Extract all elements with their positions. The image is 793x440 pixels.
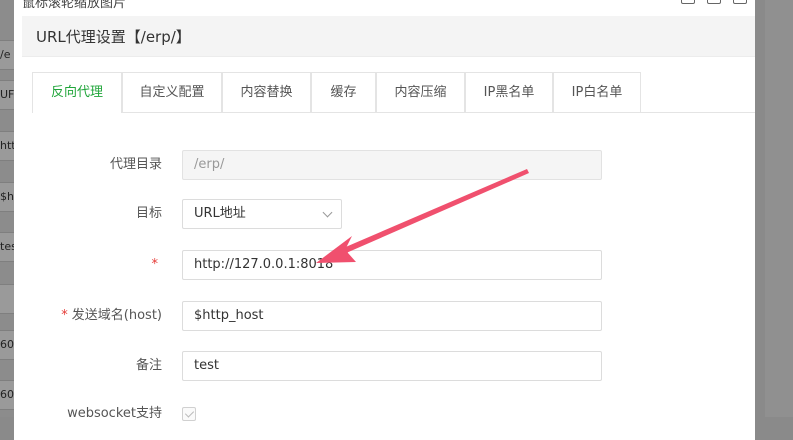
background-fragment: $h [0,182,14,212]
form-row-target: 目标 URL地址 [14,199,755,229]
host-label-text: 发送域名(host) [71,308,162,323]
background-fragment: /e [0,40,14,70]
background-fragment [0,284,14,314]
note-input[interactable]: test [182,351,602,381]
tab-bar: 反向代理 自定义配置 内容替换 缓存 内容压缩 IP黑名单 IP白名单 [32,72,755,113]
tab-ip-blacklist[interactable]: IP黑名单 [465,72,553,112]
url-label: * [14,250,162,280]
proxy-dir-label: 代理目录 [109,157,162,172]
tab-custom-config[interactable]: 自定义配置 [122,72,222,112]
proxy-dir-input[interactable]: /erp/ [182,150,602,180]
target-select[interactable]: URL地址 [182,199,342,229]
tab-content-replace[interactable]: 内容替换 [222,72,311,112]
modal-title: 鼠标滚轮缩放图片 [22,0,127,11]
background-panel-right [765,0,793,417]
websocket-label: websocket支持 [67,406,162,421]
host-label: * 发送域名(host) [14,301,162,331]
form-row-websocket: websocket支持 [14,403,755,433]
form-row-proxy-dir: 代理目录 /erp/ [14,150,755,180]
tab-cache[interactable]: 缓存 [311,72,376,112]
background-fragment: UF [0,80,14,110]
window-controls: ✕ [681,0,747,4]
proxy-settings-modal: 鼠标滚轮缩放图片 ✕ URL代理设置【/erp/】 反向代理 自定义配置 内容替… [14,0,755,440]
section-header: URL代理设置【/erp/】 [22,16,755,57]
background-fragment: 60 [0,330,14,360]
websocket-checkbox[interactable] [182,407,196,421]
form-row-url: * http://127.0.0.1:8018 [14,250,755,280]
target-select-value: URL地址 [194,206,246,221]
target-label: 目标 [135,206,162,221]
required-mark: * [151,257,159,272]
background-fragment: tes [0,232,14,262]
url-input[interactable]: http://127.0.0.1:8018 [182,250,602,280]
close-icon[interactable]: ✕ [733,0,747,4]
tab-ip-whitelist[interactable]: IP白名单 [553,72,641,112]
tab-content-compress[interactable]: 内容压缩 [376,72,465,112]
form-row-note: 备注 test [14,351,755,381]
required-mark: * [61,308,68,323]
minimize-icon[interactable] [681,0,695,4]
restore-icon[interactable] [707,0,721,4]
background-fragment: 60 [0,380,14,410]
host-input[interactable]: $http_host [182,301,602,331]
form-row-host: * 发送域名(host) $http_host [14,301,755,331]
tab-reverse-proxy[interactable]: 反向代理 [32,72,122,113]
background-fragment: htt [0,131,14,161]
chevron-down-icon [322,207,333,218]
section-title: URL代理设置【/erp/】 [36,28,191,46]
note-label: 备注 [135,358,162,373]
